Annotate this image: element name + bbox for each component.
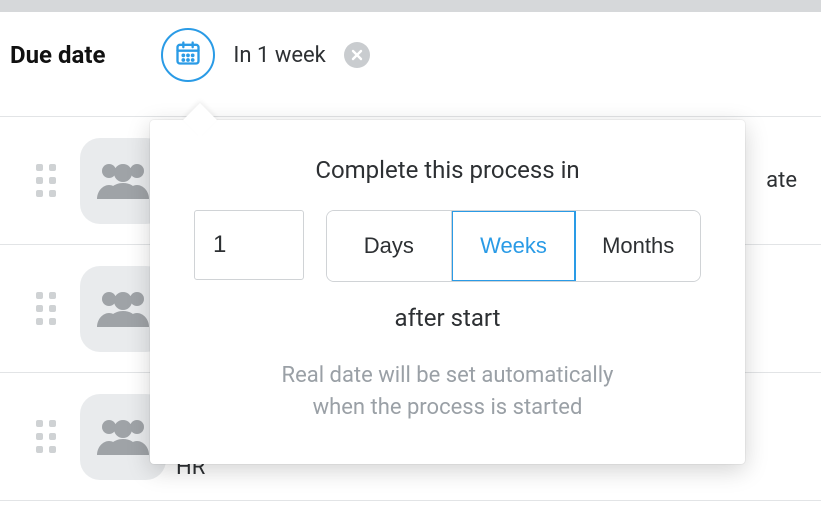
due-date-popover: Complete this process in Days Weeks Mont… [150, 120, 745, 464]
row-trailing-text: ate [766, 168, 797, 193]
close-icon [351, 49, 363, 61]
popover-note: Real date will be set automatically when… [194, 360, 701, 424]
after-start-label: after start [194, 304, 701, 332]
calendar-icon [174, 39, 202, 71]
drag-handle-icon[interactable] [36, 292, 56, 325]
clear-due-date-button[interactable] [344, 42, 370, 68]
unit-segmented-control: Days Weeks Months [326, 210, 701, 282]
people-icon [95, 159, 151, 203]
popover-note-line1: Real date will be set automatically [194, 360, 701, 392]
drag-handle-icon[interactable] [36, 420, 56, 453]
duration-controls: Days Weeks Months [194, 210, 701, 282]
people-icon [95, 415, 151, 459]
people-icon [95, 287, 151, 331]
due-date-summary: In 1 week [233, 43, 325, 68]
due-date-label: Due date [10, 41, 105, 69]
calendar-icon-button[interactable] [161, 28, 215, 82]
unit-option-months[interactable]: Months [576, 211, 700, 281]
unit-option-weeks[interactable]: Weeks [452, 211, 577, 281]
unit-option-days[interactable]: Days [327, 211, 452, 281]
duration-value-input[interactable] [194, 210, 304, 280]
due-date-header: Due date In 1 week [0, 12, 821, 90]
drag-handle-icon[interactable] [36, 164, 56, 197]
popover-note-line2: when the process is started [194, 392, 701, 424]
main-panel: Due date In 1 week [0, 12, 821, 516]
popover-title: Complete this process in [194, 156, 701, 184]
